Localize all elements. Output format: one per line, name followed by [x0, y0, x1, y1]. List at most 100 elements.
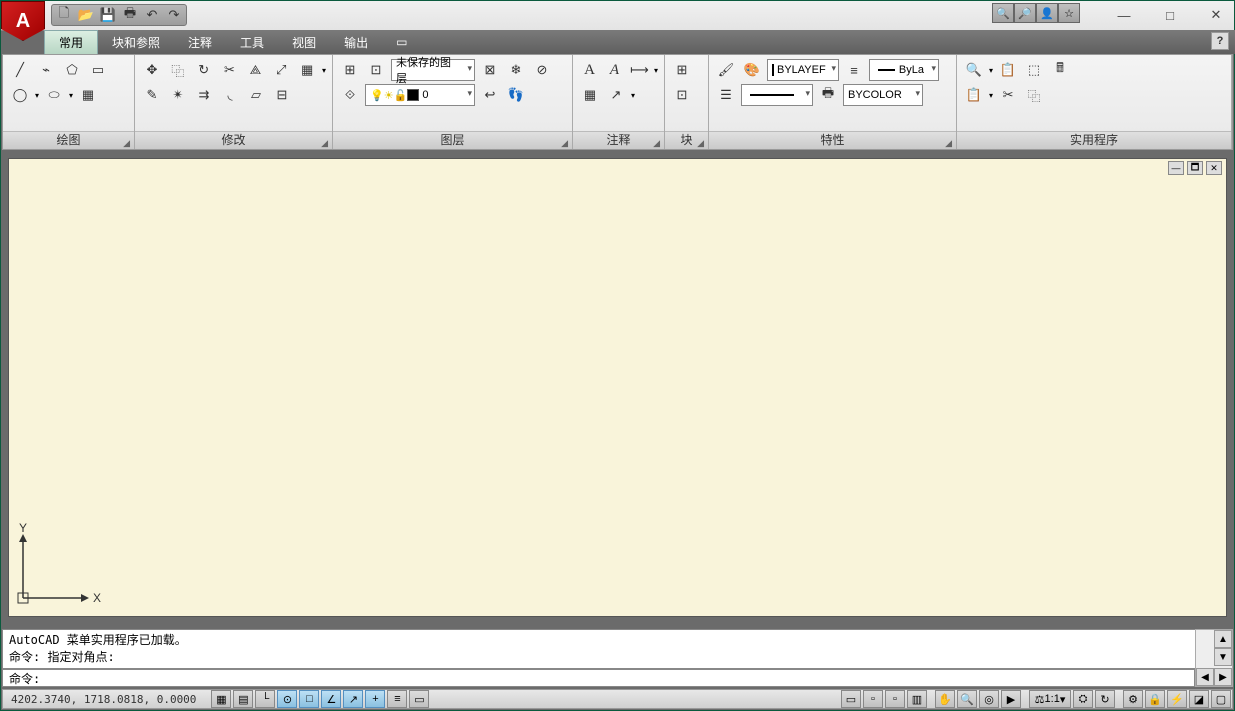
annoscale-button[interactable]: ⚖ 1:1▾: [1029, 690, 1071, 708]
layout2-button[interactable]: ▫: [885, 690, 905, 708]
annoauto-button[interactable]: ↻: [1095, 690, 1115, 708]
snap-button[interactable]: ▦: [211, 690, 231, 708]
canvas-minimize-button[interactable]: —: [1168, 161, 1184, 175]
dyn-button[interactable]: +: [365, 690, 385, 708]
create-block-icon[interactable]: ⊡: [671, 84, 693, 106]
fillet-icon[interactable]: ◟: [219, 84, 241, 106]
isolate-button[interactable]: ◪: [1189, 690, 1209, 708]
circle-icon[interactable]: ◯: [9, 84, 31, 106]
paste-icon[interactable]: 📋: [997, 59, 1019, 81]
layer-prev-icon[interactable]: ↩: [479, 84, 501, 106]
mtext-icon[interactable]: A: [604, 59, 625, 81]
polygon-icon[interactable]: ⬠: [61, 59, 83, 81]
open-icon[interactable]: 📂: [78, 7, 94, 23]
join-icon[interactable]: ⊟: [271, 84, 293, 106]
workspace-button[interactable]: ⚙: [1123, 690, 1143, 708]
mirror-icon[interactable]: ⟁: [244, 59, 266, 81]
rotate-icon[interactable]: ↻: [193, 59, 215, 81]
tab-annotate[interactable]: 注释: [174, 31, 226, 54]
favorite-icon[interactable]: ☆: [1058, 3, 1080, 23]
layer-states-icon[interactable]: ⊡: [365, 59, 387, 81]
otrack-button[interactable]: ∠: [321, 690, 341, 708]
scroll-down-icon[interactable]: ▼: [1214, 648, 1232, 666]
array-icon[interactable]: ▦: [296, 59, 318, 81]
tab-extra[interactable]: ▭: [382, 32, 421, 52]
help-button[interactable]: ?: [1211, 32, 1229, 50]
move-icon[interactable]: ✥: [141, 59, 163, 81]
toolbar-lock-button[interactable]: 🔒: [1145, 690, 1165, 708]
search2-icon[interactable]: 🔎: [1014, 3, 1036, 23]
color-icon[interactable]: 🎨: [741, 59, 763, 81]
pan-button[interactable]: ✋: [935, 690, 955, 708]
panel-utilities-title[interactable]: 实用程序: [957, 131, 1231, 149]
lineweight-dropdown[interactable]: ByLa: [869, 59, 939, 81]
erase-icon[interactable]: ✎: [141, 84, 163, 106]
linetype-dropdown[interactable]: [741, 84, 813, 106]
panel-block-title[interactable]: 块◢: [665, 131, 708, 149]
ortho-button[interactable]: └: [255, 690, 275, 708]
close-button[interactable]: ✕: [1202, 5, 1230, 25]
scroll-up-icon[interactable]: ▲: [1214, 630, 1232, 648]
layer-freeze-icon[interactable]: ❄: [505, 59, 527, 81]
layer-state-dropdown[interactable]: 未保存的图层: [391, 59, 475, 81]
canvas-close-button[interactable]: ✕: [1206, 161, 1222, 175]
polyline-icon[interactable]: ⌁: [35, 59, 57, 81]
plot-style-icon[interactable]: 🖶: [817, 84, 839, 106]
canvas-maximize-button[interactable]: 🗖: [1187, 161, 1203, 175]
stretch-icon[interactable]: ▱: [245, 84, 267, 106]
command-line[interactable]: 命令:: [2, 669, 1195, 687]
lwt-button[interactable]: ≡: [387, 690, 407, 708]
redo-icon[interactable]: ↷: [166, 7, 182, 23]
color-dropdown[interactable]: BYLAYEF: [767, 59, 839, 81]
offset-icon[interactable]: ⇉: [193, 84, 215, 106]
grid-button[interactable]: ▤: [233, 690, 253, 708]
scroll-left-icon[interactable]: ◀: [1196, 668, 1214, 686]
hardware-button[interactable]: ⚡: [1167, 690, 1187, 708]
coordinates-display[interactable]: 4202.3740, 1718.0818, 0.0000: [3, 693, 204, 706]
command-input[interactable]: [47, 671, 1188, 685]
cut-icon[interactable]: ✂: [997, 84, 1019, 106]
minimize-button[interactable]: —: [1110, 5, 1138, 25]
scroll-right-icon[interactable]: ▶: [1214, 668, 1232, 686]
print-icon[interactable]: 🖶: [122, 7, 138, 23]
copy-clip-icon[interactable]: ⿻: [1023, 84, 1045, 106]
trim-icon[interactable]: ✂: [219, 59, 241, 81]
model-button[interactable]: ▭: [841, 690, 861, 708]
zoom-button[interactable]: 🔍: [957, 690, 977, 708]
scale-icon[interactable]: ⤢: [270, 59, 292, 81]
dimension-icon[interactable]: ⟼: [629, 59, 650, 81]
ellipse-icon[interactable]: ⬭: [43, 84, 65, 106]
drawing-canvas[interactable]: — 🗖 ✕ Y X: [8, 158, 1227, 617]
panel-annotation-title[interactable]: 注释◢: [573, 131, 664, 149]
text-icon[interactable]: A: [579, 59, 600, 81]
layer-match-icon[interactable]: ⟐: [339, 84, 361, 106]
user-icon[interactable]: 👤: [1036, 3, 1058, 23]
layer-props-icon[interactable]: ⊞: [339, 59, 361, 81]
table-icon[interactable]: ▦: [579, 84, 601, 106]
panel-properties-title[interactable]: 特性◢: [709, 131, 956, 149]
app-menu-button[interactable]: A: [1, 1, 45, 41]
line-icon[interactable]: ╱: [9, 59, 31, 81]
search-icon[interactable]: 🔍: [992, 3, 1014, 23]
hatch-icon[interactable]: ▦: [77, 84, 99, 106]
panel-modify-title[interactable]: 修改◢: [135, 131, 332, 149]
list-icon[interactable]: ☰: [715, 84, 737, 106]
maximize-button[interactable]: □: [1156, 5, 1184, 25]
annovisible-button[interactable]: ⛭: [1073, 690, 1093, 708]
layer-iso-icon[interactable]: ⊠: [479, 59, 501, 81]
insert-block-icon[interactable]: ⊞: [671, 59, 693, 81]
leader-icon[interactable]: ↗: [605, 84, 627, 106]
tab-tools[interactable]: 工具: [226, 31, 278, 54]
undo-icon[interactable]: ↶: [144, 7, 160, 23]
steering-button[interactable]: ◎: [979, 690, 999, 708]
save-icon[interactable]: 💾: [100, 7, 116, 23]
layer-current-dropdown[interactable]: 💡☀🔓 0: [365, 84, 475, 106]
panel-draw-title[interactable]: 绘图◢: [3, 131, 134, 149]
new-icon[interactable]: 🗋: [56, 7, 72, 23]
osnap-button[interactable]: □: [299, 690, 319, 708]
rectangle-icon[interactable]: ▭: [87, 59, 109, 81]
copy-icon[interactable]: ⿻: [167, 59, 189, 81]
calc-icon[interactable]: 🖩: [1049, 59, 1071, 81]
paste2-icon[interactable]: 📋: [963, 84, 985, 106]
cleanscreen-button[interactable]: ▢: [1211, 690, 1231, 708]
